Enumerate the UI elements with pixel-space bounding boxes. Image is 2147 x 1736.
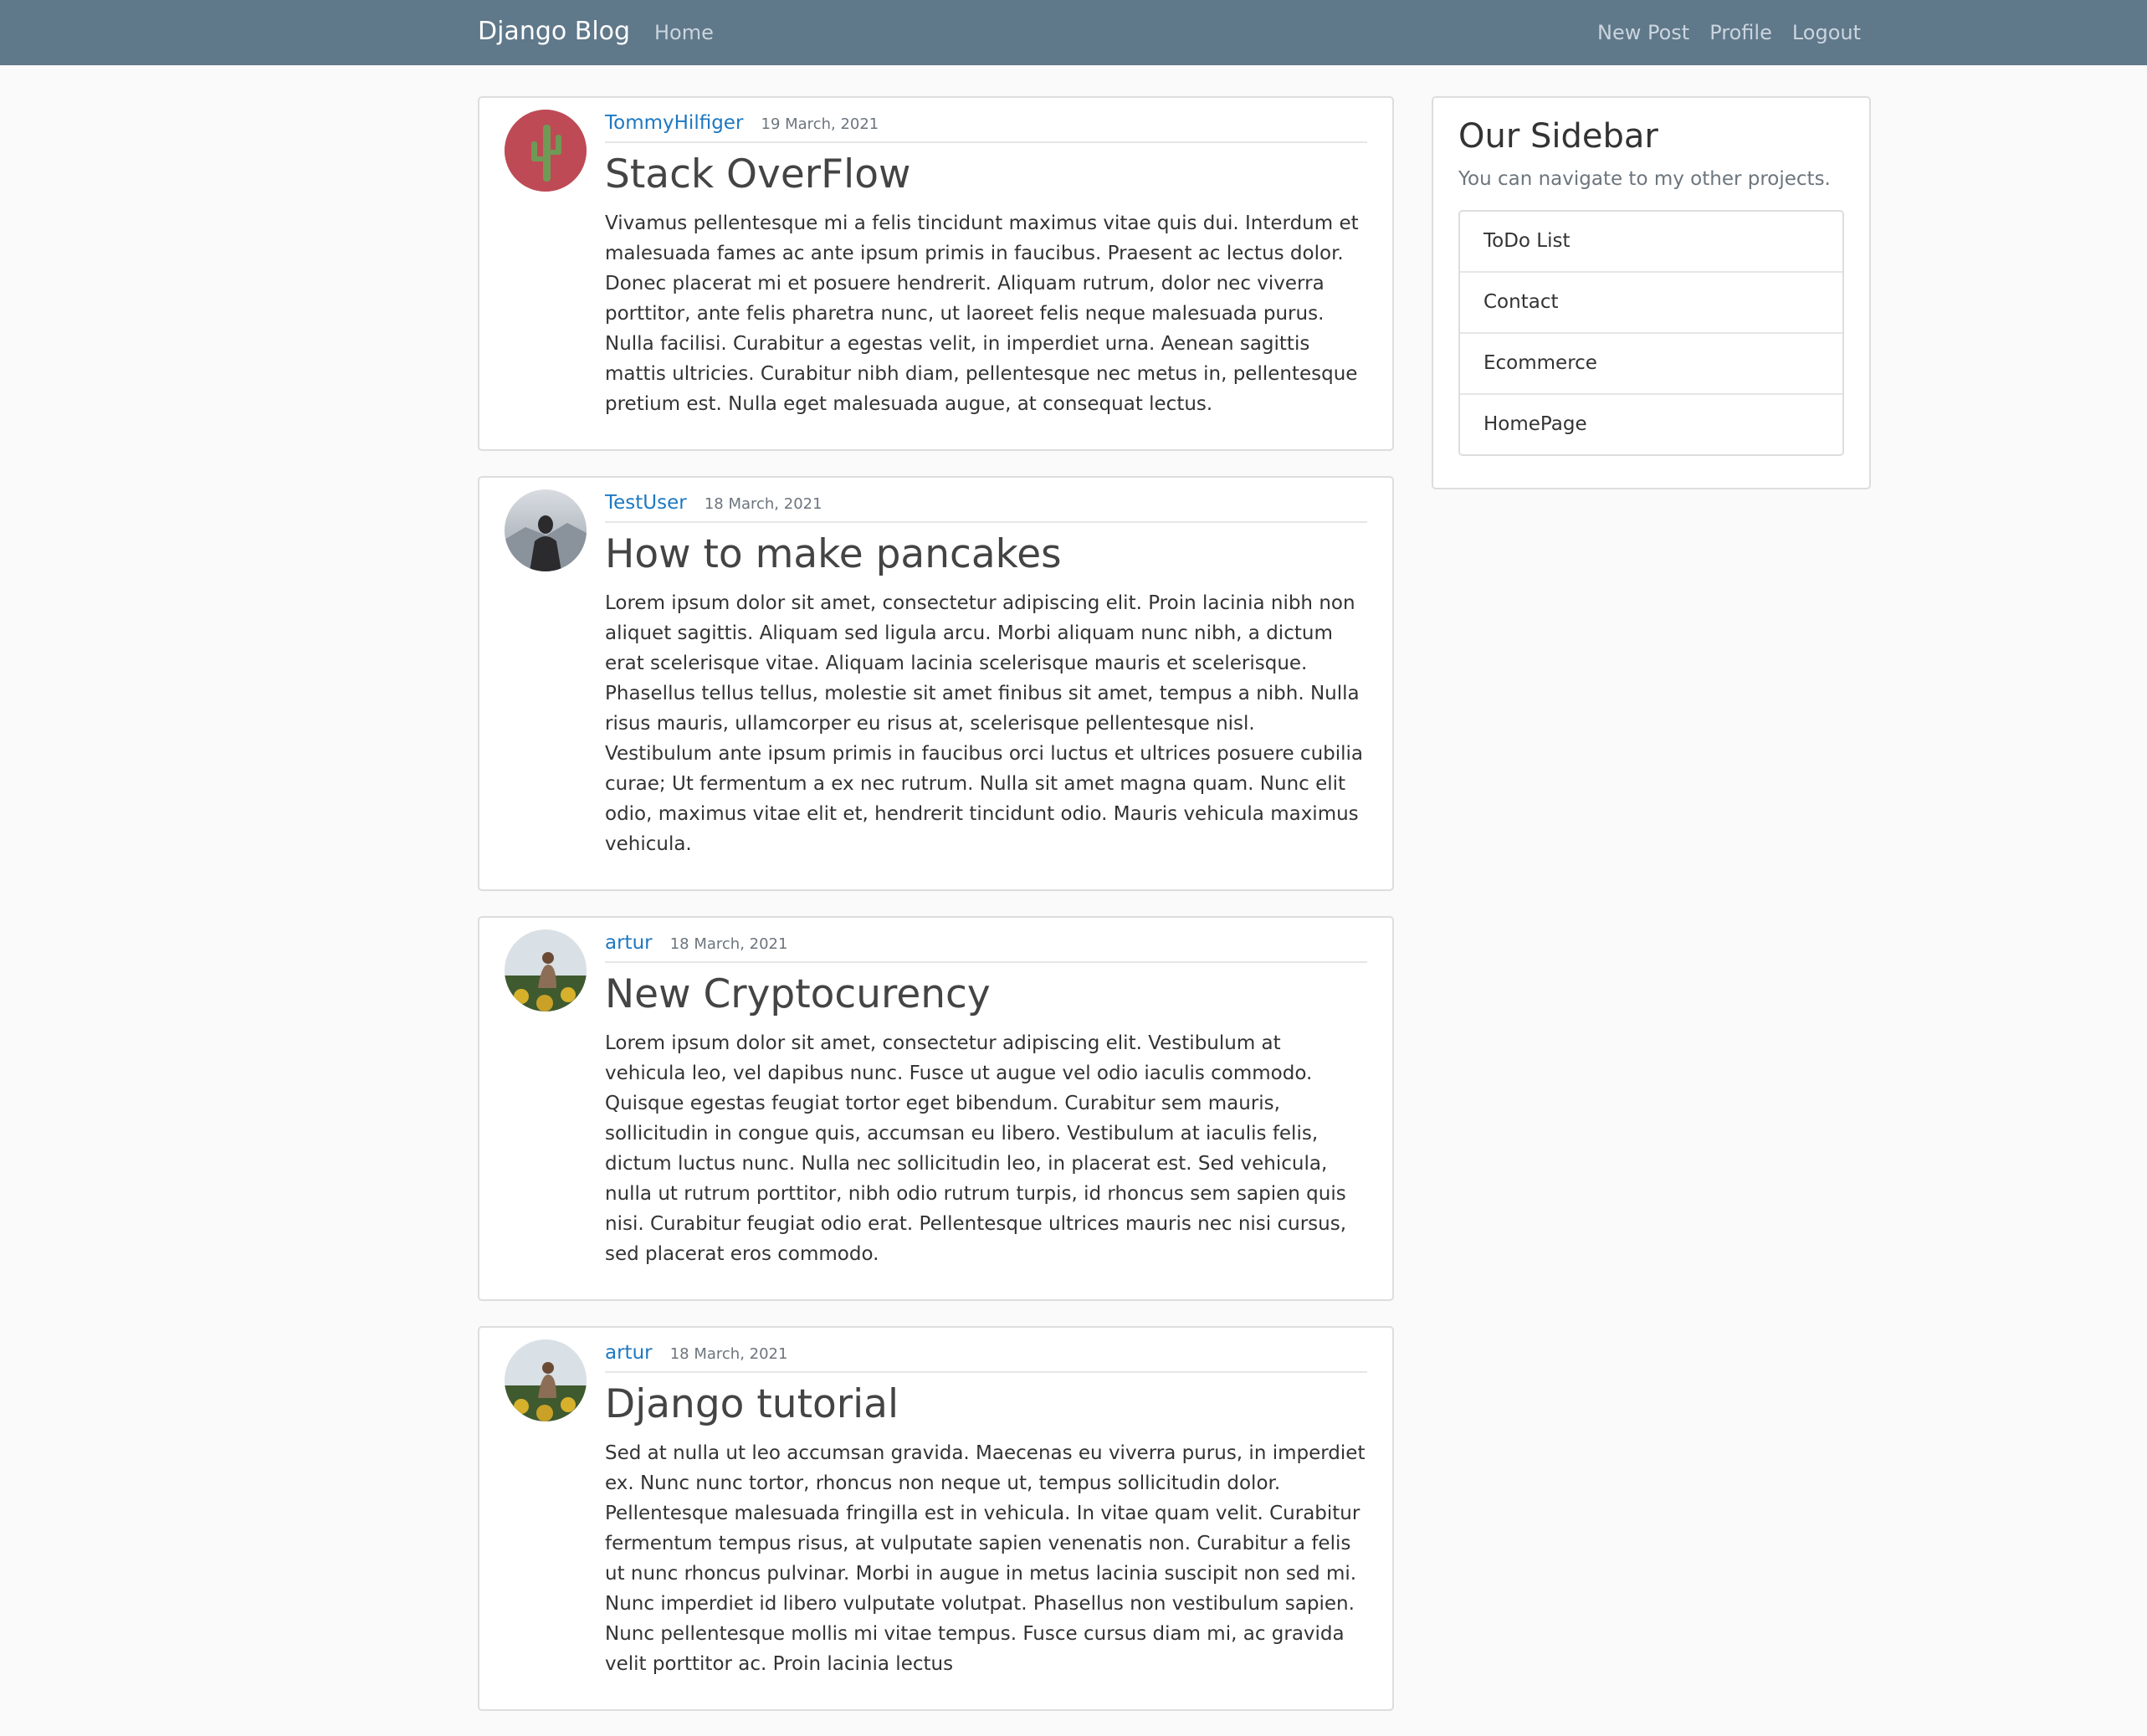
nav-right-group: New Post Profile Logout — [1597, 18, 1861, 47]
post-content: Sed at nulla ut leo accumsan gravida. Ma… — [605, 1442, 1366, 1675]
sidebar-link-list: ToDo List Contact Ecommerce HomePage — [1458, 210, 1844, 456]
post-content: Lorem ipsum dolor sit amet, consectetur … — [605, 1032, 1347, 1265]
author-avatar[interactable] — [505, 110, 587, 192]
post-date: 18 March, 2021 — [669, 935, 788, 953]
post-card: TestUser 18 March, 2021 How to make panc… — [478, 476, 1394, 891]
post-author-link[interactable]: artur — [605, 932, 653, 954]
post-title-link[interactable]: Django tutorial — [605, 1378, 1367, 1431]
post-date: 18 March, 2021 — [669, 1345, 788, 1363]
post-title-link[interactable]: How to make pancakes — [605, 528, 1367, 581]
nav-home-link[interactable]: Home — [654, 18, 714, 47]
sidebar-link-contact[interactable]: Contact — [1460, 273, 1842, 334]
post-author-link[interactable]: TestUser — [605, 492, 687, 514]
sidebar-title: Our Sidebar — [1458, 117, 1658, 156]
author-avatar[interactable] — [505, 929, 587, 1011]
sidebar-link-todo-list[interactable]: ToDo List — [1460, 212, 1842, 273]
post-date: 19 March, 2021 — [761, 115, 879, 133]
post-meta: artur 18 March, 2021 — [605, 928, 1367, 963]
post-content: Vivamus pellentesque mi a felis tincidun… — [605, 213, 1359, 415]
author-avatar[interactable] — [505, 489, 587, 571]
top-navbar: Django Blog Home New Post Profile Logout — [0, 0, 2147, 65]
sidebar: Our Sidebar You can navigate to my other… — [1432, 96, 1871, 489]
post-meta: artur 18 March, 2021 — [605, 1338, 1367, 1373]
post-title-link[interactable]: Stack OverFlow — [605, 148, 1367, 202]
posts-column: TommyHilfiger 19 March, 2021 Stack OverF… — [478, 96, 1394, 1736]
post-date: 18 March, 2021 — [704, 495, 822, 513]
post-title-link[interactable]: New Cryptocurency — [605, 968, 1367, 1022]
sidebar-link-ecommerce[interactable]: Ecommerce — [1460, 334, 1842, 395]
post-meta: TommyHilfiger 19 March, 2021 — [605, 108, 1367, 143]
nav-logout-link[interactable]: Logout — [1792, 18, 1861, 47]
post-author-link[interactable]: artur — [605, 1342, 653, 1364]
post-card: artur 18 March, 2021 New Cryptocurency L… — [478, 916, 1394, 1301]
post-card: TommyHilfiger 19 March, 2021 Stack OverF… — [478, 96, 1394, 451]
nav-profile-link[interactable]: Profile — [1709, 18, 1772, 47]
post-content: Lorem ipsum dolor sit amet, consectetur … — [605, 592, 1364, 855]
sidebar-subtitle: You can navigate to my other projects. — [1458, 168, 1831, 190]
sidebar-link-homepage[interactable]: HomePage — [1460, 395, 1842, 454]
author-avatar[interactable] — [505, 1339, 587, 1421]
post-meta: TestUser 18 March, 2021 — [605, 488, 1367, 523]
post-card: artur 18 March, 2021 Django tutorial Sed… — [478, 1326, 1394, 1711]
brand-link[interactable]: Django Blog — [478, 15, 630, 49]
nav-new-post-link[interactable]: New Post — [1597, 18, 1689, 47]
post-author-link[interactable]: TommyHilfiger — [605, 112, 743, 134]
